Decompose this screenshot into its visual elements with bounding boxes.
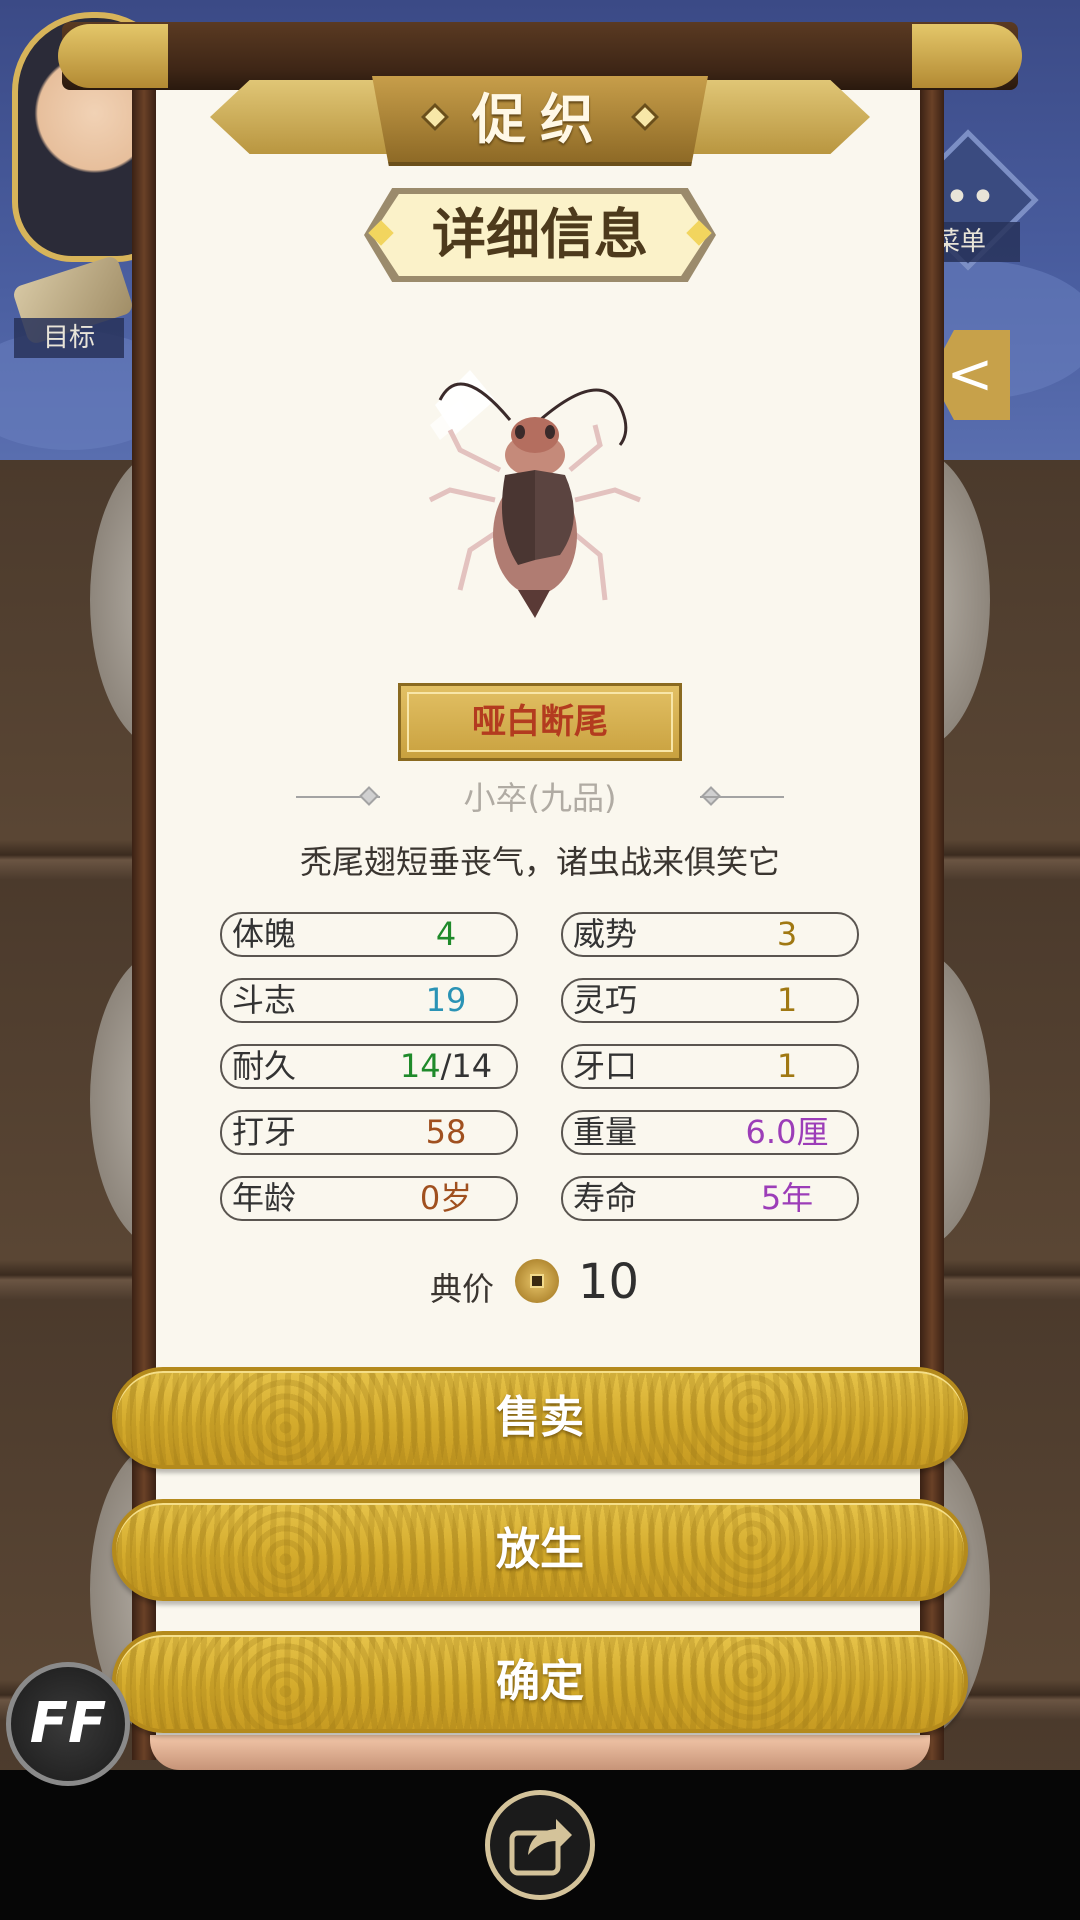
stat-value-max: /14 — [440, 1047, 493, 1085]
stat-value: 4 — [435, 915, 457, 953]
cricket-wing-glare-icon — [430, 370, 495, 440]
sell-button[interactable]: 售卖 — [112, 1367, 968, 1469]
stat-weight: 重量 6.0厘 — [561, 1110, 859, 1155]
stat-value: 19 — [425, 981, 467, 1019]
price-value: 10 — [578, 1254, 640, 1310]
cricket-illustration — [428, 370, 641, 618]
stat-value: 6.0厘 — [745, 1113, 829, 1151]
stat-value: 5年 — [760, 1179, 814, 1217]
stat-label: 打牙 — [232, 1113, 297, 1151]
detail-heading: 详细信息 — [372, 194, 708, 276]
stat-physique: 体魄 4 — [220, 912, 518, 957]
stat-bite: 牙口 1 — [561, 1044, 859, 1089]
cricket-name: 哑白断尾 — [398, 683, 682, 761]
stat-label: 斗志 — [232, 981, 297, 1019]
cricket-description: 秃尾翅短垂丧气，诸虫战来俱笑它 — [299, 843, 780, 881]
stat-value: 14/14 — [376, 1046, 516, 1087]
cricket-rank: 小卒(九品) — [463, 779, 617, 817]
coin-hole — [530, 1274, 544, 1288]
share-icon — [509, 1819, 572, 1876]
stat-value: 0岁 — [419, 1179, 473, 1217]
stat-lifespan: 寿命 5年 — [561, 1176, 859, 1221]
stat-morale: 斗志 19 — [220, 978, 518, 1023]
stat-might: 威势 3 — [561, 912, 859, 957]
stat-label: 灵巧 — [573, 981, 638, 1019]
stat-value: 1 — [776, 981, 798, 1019]
page-title: 促织 — [472, 88, 608, 151]
beam-ornament-left — [58, 24, 168, 88]
scroll-bottom-edge — [150, 1735, 930, 1770]
goal-label[interactable]: 目标 — [14, 318, 124, 358]
stat-value: 1 — [776, 1047, 798, 1085]
stat-label: 年龄 — [232, 1179, 297, 1217]
stat-label: 威势 — [573, 915, 638, 953]
release-button[interactable]: 放生 — [112, 1499, 968, 1601]
confirm-button[interactable]: 确定 — [112, 1631, 968, 1733]
price-label: 典价 — [430, 1270, 495, 1308]
rank-divider-right — [700, 796, 784, 798]
stat-label: 寿命 — [573, 1179, 638, 1217]
stat-agility: 灵巧 1 — [561, 978, 859, 1023]
stat-age: 年龄 0岁 — [220, 1176, 518, 1221]
stat-label: 体魄 — [232, 915, 297, 953]
share-button[interactable] — [485, 1790, 595, 1900]
stat-label: 牙口 — [573, 1047, 638, 1085]
stat-value: 58 — [425, 1113, 467, 1151]
beam-ornament-right — [912, 24, 1022, 88]
ff-badge[interactable]: FF — [6, 1662, 130, 1786]
stat-value-current: 14 — [399, 1047, 441, 1085]
stat-value: 3 — [776, 915, 798, 953]
stat-durability: 耐久 14/14 — [220, 1044, 518, 1089]
stat-fight-count: 打牙 58 — [220, 1110, 518, 1155]
stat-label: 耐久 — [232, 1047, 297, 1085]
stat-label: 重量 — [573, 1113, 638, 1151]
